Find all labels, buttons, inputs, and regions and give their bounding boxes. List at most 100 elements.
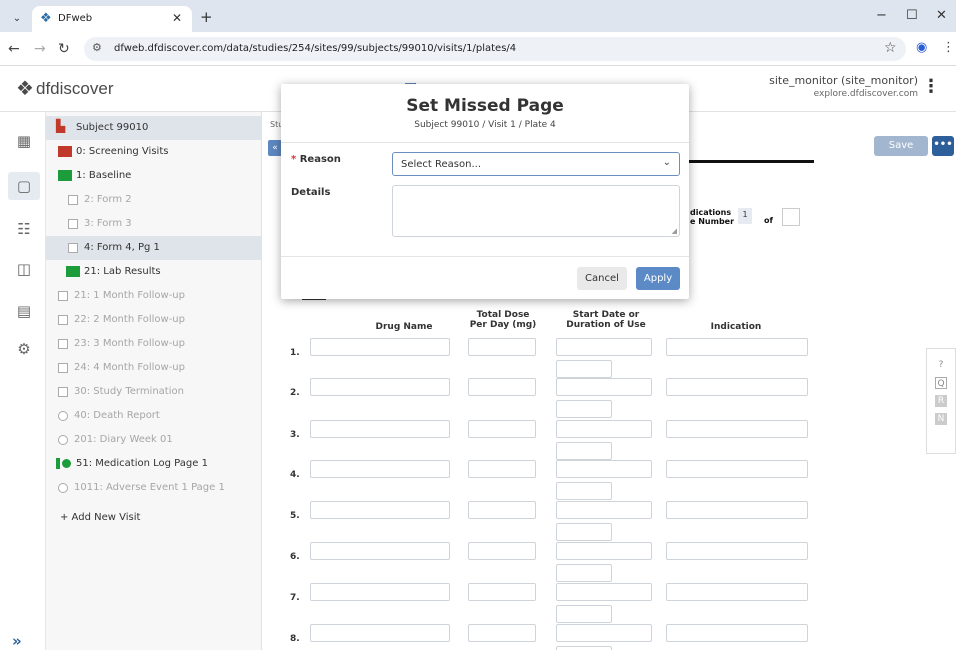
total-dose-field[interactable]	[468, 501, 536, 519]
help-icon[interactable]: ?	[935, 359, 947, 371]
drug-name-field[interactable]	[310, 420, 450, 438]
queries-icon[interactable]: ☷	[14, 220, 34, 238]
page-number-field[interactable]: 1	[738, 208, 752, 224]
tree-item-diary-week[interactable]: 201: Diary Week 01	[46, 428, 262, 452]
tree-item-1-month[interactable]: 21: 1 Month Follow-up	[46, 284, 262, 308]
total-dose-field[interactable]	[468, 583, 536, 601]
tree-item-label: 51: Medication Log Page 1	[76, 458, 208, 469]
note-icon[interactable]: N	[935, 413, 947, 425]
drug-name-field[interactable]	[310, 583, 450, 601]
more-actions-button[interactable]: •••	[932, 136, 954, 156]
tree-item-lab-results[interactable]: 21: Lab Results	[46, 260, 262, 284]
start-date-field[interactable]	[556, 460, 652, 478]
browser-menu-icon[interactable]: ⋮	[942, 40, 955, 55]
indication-field[interactable]	[666, 420, 808, 438]
add-new-visit-link[interactable]: + Add New Visit	[60, 512, 140, 523]
drug-name-field[interactable]	[310, 378, 450, 396]
query-icon[interactable]: Q	[935, 377, 947, 389]
duration-field[interactable]	[556, 482, 612, 500]
maximize-icon[interactable]: ☐	[906, 8, 918, 23]
medications-label: dications e Number	[690, 208, 734, 226]
start-date-field[interactable]	[556, 583, 652, 601]
drug-name-field[interactable]	[310, 460, 450, 478]
start-date-field[interactable]	[556, 338, 652, 356]
start-date-field[interactable]	[556, 420, 652, 438]
indication-field[interactable]	[666, 460, 808, 478]
tree-item-medication-log[interactable]: 51: Medication Log Page 1	[46, 452, 262, 476]
drug-name-field[interactable]	[310, 501, 450, 519]
tab-close-icon[interactable]: ✕	[172, 11, 182, 25]
reason-select[interactable]: Select Reason... ⌄	[392, 152, 680, 176]
tree-item-adverse-event[interactable]: 1011: Adverse Event 1 Page 1	[46, 476, 262, 500]
total-dose-field[interactable]	[468, 542, 536, 560]
tree-item-2-month[interactable]: 22: 2 Month Follow-up	[46, 308, 262, 332]
duration-field[interactable]	[556, 400, 612, 418]
start-date-field[interactable]	[556, 624, 652, 642]
total-dose-field[interactable]	[468, 624, 536, 642]
tree-item-4-month[interactable]: 24: 4 Month Follow-up	[46, 356, 262, 380]
indication-field[interactable]	[666, 501, 808, 519]
tree-item-label: 21: 1 Month Follow-up	[74, 290, 185, 301]
total-dose-field[interactable]	[468, 420, 536, 438]
dialog-divider	[281, 142, 689, 143]
details-textarea[interactable]: ◢	[392, 185, 680, 237]
start-date-field[interactable]	[556, 378, 652, 396]
search-records-icon[interactable]: ◫	[14, 260, 34, 278]
indication-field[interactable]	[666, 542, 808, 560]
save-button[interactable]: Save	[874, 136, 928, 156]
expand-sidebar-icon[interactable]: »	[12, 632, 22, 650]
indication-field[interactable]	[666, 624, 808, 642]
site-info-icon[interactable]: ⚙	[92, 41, 102, 54]
settings-icon[interactable]: ⚙	[14, 340, 34, 358]
duration-field[interactable]	[556, 360, 612, 378]
drug-name-field[interactable]	[310, 624, 450, 642]
total-dose-field[interactable]	[468, 378, 536, 396]
start-date-field[interactable]	[556, 501, 652, 519]
tree-item-death-report[interactable]: 40: Death Report	[46, 404, 262, 428]
tree-item-baseline[interactable]: 1: Baseline	[46, 164, 262, 188]
user-menu-icon[interactable]: ⋮	[922, 76, 940, 97]
tree-item-subject[interactable]: ▙ Subject 99010	[46, 116, 262, 140]
reason-select-value: Select Reason...	[401, 159, 482, 170]
tree-item-form-3[interactable]: 3: Form 3	[46, 212, 262, 236]
duration-field[interactable]	[556, 523, 612, 541]
indication-field[interactable]	[666, 378, 808, 396]
drug-name-field[interactable]	[310, 542, 450, 560]
tree-item-3-month[interactable]: 23: 3 Month Follow-up	[46, 332, 262, 356]
cancel-button[interactable]: Cancel	[577, 267, 627, 290]
page-total-field[interactable]	[782, 208, 800, 226]
tree-item-form-2[interactable]: 2: Form 2	[46, 188, 262, 212]
dashboard-icon[interactable]: ▦	[14, 132, 34, 150]
total-dose-field[interactable]	[468, 338, 536, 356]
subjects-icon[interactable]: ▢	[8, 172, 40, 200]
tree-item-study-termination[interactable]: 30: Study Termination	[46, 380, 262, 404]
address-bar[interactable]: ⚙ dfweb.dfdiscover.com/data/studies/254/…	[84, 37, 906, 61]
indication-field[interactable]	[666, 583, 808, 601]
new-tab-icon[interactable]: +	[200, 8, 213, 26]
apply-button[interactable]: Apply	[636, 267, 680, 290]
minimize-icon[interactable]: −	[876, 8, 887, 23]
reports-icon[interactable]: ▤	[14, 302, 34, 320]
bookmark-star-icon[interactable]: ☆	[884, 40, 897, 56]
drug-name-field[interactable]	[310, 338, 450, 356]
duration-field[interactable]	[556, 605, 612, 623]
indication-field[interactable]	[666, 338, 808, 356]
tree-item-screening[interactable]: 0: Screening Visits	[46, 140, 262, 164]
total-dose-field[interactable]	[468, 460, 536, 478]
profile-icon[interactable]: ◉	[916, 40, 927, 55]
duration-field[interactable]	[556, 564, 612, 582]
reload-icon[interactable]: ↻	[58, 41, 70, 57]
duration-field[interactable]	[556, 646, 612, 650]
tree-item-form-4[interactable]: 4: Form 4, Pg 1	[46, 236, 262, 260]
forward-icon[interactable]: →	[34, 41, 46, 57]
back-icon[interactable]: ←	[8, 41, 20, 57]
tab-list-dropdown-icon[interactable]: ⌄	[8, 10, 26, 28]
start-date-field[interactable]	[556, 542, 652, 560]
collapse-tree-button[interactable]: «	[268, 140, 282, 156]
browser-tab[interactable]: ❖ DFweb ✕	[32, 6, 192, 32]
duration-field[interactable]	[556, 442, 612, 460]
resize-grip-icon[interactable]: ◢	[672, 227, 677, 235]
tab-title: DFweb	[58, 13, 93, 24]
reason-icon[interactable]: R	[935, 395, 947, 407]
window-close-icon[interactable]: ✕	[936, 8, 947, 23]
